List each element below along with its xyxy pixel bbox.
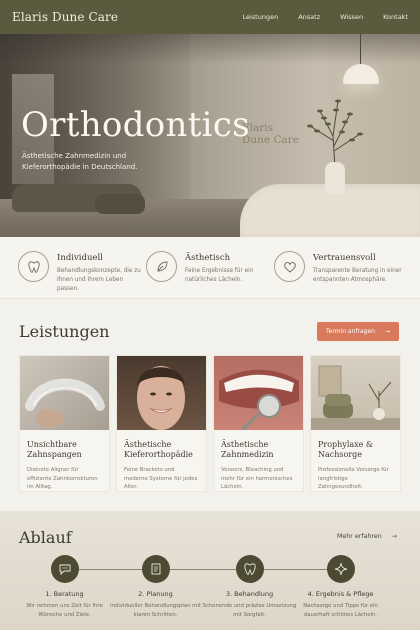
nav-links: Leistungen Ansatz Wissen Kontakt [242, 13, 408, 21]
service-card-zahnmedizin[interactable]: Ästhetische Zahnmedizin Veneers, Bleachi… [213, 355, 304, 492]
step-desc: Wir nehmen uns Zeit für Ihre Wünsche und… [26, 603, 103, 618]
service-desc: Professionelle Vorsorge für langfristige… [318, 467, 389, 490]
step-desc: Schonende und präzise Umsetzung mit Sorg… [202, 603, 297, 618]
step-title: 3. Behandlung [225, 590, 274, 598]
service-card-kieferorthopaedie[interactable]: Ästhetische Kieferorthopädie Feine Brack… [116, 355, 207, 492]
top-nav: Elaris Dune Care Leistungen Ansatz Wisse… [0, 0, 420, 34]
chat-icon [50, 555, 79, 583]
service-desc: Diskrete Aligner für effiziente Zahnkorr… [27, 467, 98, 490]
lamp-cord [360, 34, 361, 66]
step-title: 4. Ergebnis & Pflege [307, 590, 374, 598]
feature-desc: Behandlungskonzepte, die zu Ihnen und Ih… [57, 268, 141, 292]
process-step-planung: 2. Planung Individueller Behandlungsplan… [108, 555, 203, 619]
heart-icon [274, 251, 305, 282]
service-card-aligner[interactable]: Unsichtbare Zahnspangen Diskrete Aligner… [19, 355, 110, 492]
service-card-prophylaxe[interactable]: Prophylaxe & Nachsorge Professionelle Vo… [310, 355, 401, 492]
smiling-woman-image [117, 356, 206, 430]
feature-vertrauensvoll: Vertrauensvoll Transparente Beratung in … [274, 251, 402, 298]
hero-subtitle: Ästhetische Zahnmedizin und Kieferorthop… [22, 152, 138, 171]
teeth-mirror-image [214, 356, 303, 430]
leaf-icon [146, 251, 177, 282]
brand-logo[interactable]: Elaris Dune Care [12, 10, 118, 24]
sparkle-icon [326, 555, 355, 583]
more-link-label: Mehr erfahren [337, 533, 382, 540]
lounge-chair-image [311, 356, 400, 430]
features-strip: Individuell Behandlungskonzepte, die zu … [0, 237, 420, 299]
step-desc: Nachsorge und Tipps für ein dauerhaft sc… [303, 603, 378, 618]
step-title: 2. Planung [138, 590, 173, 598]
service-title: Prophylaxe & Nachsorge [318, 440, 374, 459]
arrow-right-icon: → [391, 533, 398, 540]
wall-signage: Elaris Dune Care [242, 122, 300, 146]
hero-section: Elaris Dune Care Orthodontics Ästhetisch… [0, 34, 420, 237]
feature-title: Vertrauensvoll [313, 253, 376, 263]
nav-link-kontakt[interactable]: Kontakt [383, 13, 408, 21]
tooth-icon [18, 251, 49, 282]
feature-title: Individuell [57, 253, 103, 263]
feature-title: Ästhetisch [185, 253, 231, 263]
aligner-image [20, 356, 109, 430]
appointment-button[interactable]: Termin anfragen → [317, 322, 399, 341]
service-title: Ästhetische Kieferorthopädie [124, 440, 193, 459]
step-desc: Individueller Behandlungsplan mit klaren… [110, 603, 201, 618]
nav-link-leistungen[interactable]: Leistungen [242, 13, 278, 21]
hero-armchair [95, 194, 145, 214]
service-desc: Feine Brackets und moderne Systeme für j… [124, 467, 198, 490]
services-heading: Leistungen [19, 322, 110, 341]
hero-title: Orthodontics [21, 105, 250, 145]
vase [325, 162, 345, 194]
process-step-beratung: 1. Beratung Wir nehmen uns Zeit für Ihre… [17, 555, 112, 619]
service-desc: Veneers, Bleaching und mehr für ein harm… [221, 467, 293, 490]
service-title: Ästhetische Zahnmedizin [221, 440, 274, 459]
nav-link-wissen[interactable]: Wissen [340, 13, 363, 21]
plant-icon [307, 99, 363, 168]
service-title: Unsichtbare Zahnspangen [27, 440, 82, 459]
step-title: 1. Beratung [45, 590, 84, 598]
tooth-icon [235, 555, 264, 583]
appointment-button-label: Termin anfragen [326, 328, 375, 335]
feature-desc: Feine Ergebnisse für ein natürliches Läc… [185, 268, 254, 283]
feature-desc: Transparente Beratung in einer entspannt… [313, 268, 402, 283]
process-step-behandlung: 3. Behandlung Schonende und präzise Umse… [202, 555, 297, 619]
clipboard-icon [141, 555, 170, 583]
process-section: Ablauf Mehr erfahren → 1. Beratung Wir n… [0, 511, 420, 630]
services-cards: Unsichtbare Zahnspangen Diskrete Aligner… [19, 355, 401, 492]
feature-individuell: Individuell Behandlungskonzepte, die zu … [18, 251, 146, 298]
process-step-ergebnis: 4. Ergebnis & Pflege Nachsorge und Tipps… [293, 555, 388, 619]
more-link[interactable]: Mehr erfahren → [337, 533, 397, 540]
process-heading: Ablauf [19, 528, 72, 547]
pendant-lamp [343, 64, 379, 84]
arrow-right-icon: → [384, 328, 390, 335]
feature-aesthetisch: Ästhetisch Feine Ergebnisse für ein natü… [146, 251, 274, 298]
nav-link-ansatz[interactable]: Ansatz [298, 13, 320, 21]
